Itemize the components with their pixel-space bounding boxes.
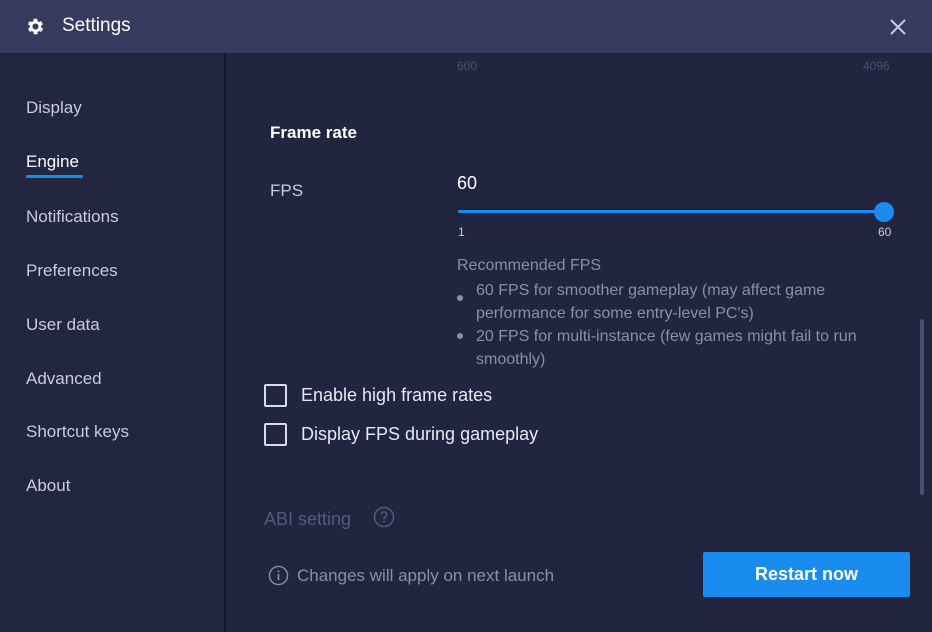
active-tab-indicator <box>26 175 83 178</box>
fps-value: 60 <box>457 173 478 193</box>
restart-notice-text: Changes will apply on next launch <box>297 565 555 585</box>
recommendation-item: 20 FPS for multi-instance (few games mig… <box>476 328 857 368</box>
sidebar-item-engine[interactable]: Engine <box>26 152 79 172</box>
window-title: Settings <box>62 15 131 36</box>
title-bar: Settings <box>0 0 932 53</box>
sidebar-item-display[interactable]: Display <box>26 98 82 118</box>
sidebar-item-about[interactable]: About <box>26 476 70 496</box>
sidebar: Display Engine Notifications Preferences… <box>0 53 226 632</box>
abi-setting-heading: ABI setting <box>264 509 352 529</box>
help-circle-icon[interactable] <box>373 506 395 528</box>
close-icon[interactable] <box>884 13 912 41</box>
enable-high-frame-rates-label: Enable high frame rates <box>301 385 493 405</box>
resolution-max-label: 4096 <box>863 59 890 73</box>
bullet-icon <box>457 295 463 301</box>
sidebar-item-advanced[interactable]: Advanced <box>26 369 102 389</box>
restart-now-button[interactable]: Restart now <box>703 552 910 597</box>
fps-slider-thumb[interactable] <box>874 202 894 222</box>
restart-notice: Changes will apply on next launch <box>268 565 554 586</box>
enable-high-frame-rates-option[interactable]: Enable high frame rates <box>264 384 492 407</box>
fps-slider-min-label: 1 <box>458 225 465 239</box>
engine-settings-panel: 600 4096 Frame rate FPS 60 1 60 Recommen… <box>228 53 932 632</box>
fps-label: FPS <box>270 181 304 200</box>
recommended-fps-heading: Recommended FPS <box>457 257 602 274</box>
sidebar-item-notifications[interactable]: Notifications <box>26 207 119 227</box>
sidebar-item-user-data[interactable]: User data <box>26 315 100 335</box>
frame-rate-heading: Frame rate <box>270 123 357 142</box>
sidebar-item-preferences[interactable]: Preferences <box>26 261 118 281</box>
display-fps-checkbox[interactable] <box>264 423 287 446</box>
bullet-icon <box>457 333 463 339</box>
fps-slider[interactable] <box>458 202 894 222</box>
enable-high-frame-rates-checkbox[interactable] <box>264 384 287 407</box>
display-fps-option[interactable]: Display FPS during gameplay <box>264 423 538 446</box>
info-icon <box>268 565 289 586</box>
gear-icon <box>27 18 44 35</box>
fps-slider-max-label: 60 <box>878 225 892 239</box>
display-fps-label: Display FPS during gameplay <box>301 424 539 444</box>
fps-slider-fill <box>458 210 884 213</box>
sidebar-item-shortcut-keys[interactable]: Shortcut keys <box>26 422 129 442</box>
scrollbar-thumb[interactable] <box>920 319 924 495</box>
resolution-min-label: 600 <box>457 59 478 73</box>
recommendation-item: 60 FPS for smoother gameplay (may affect… <box>476 282 826 322</box>
